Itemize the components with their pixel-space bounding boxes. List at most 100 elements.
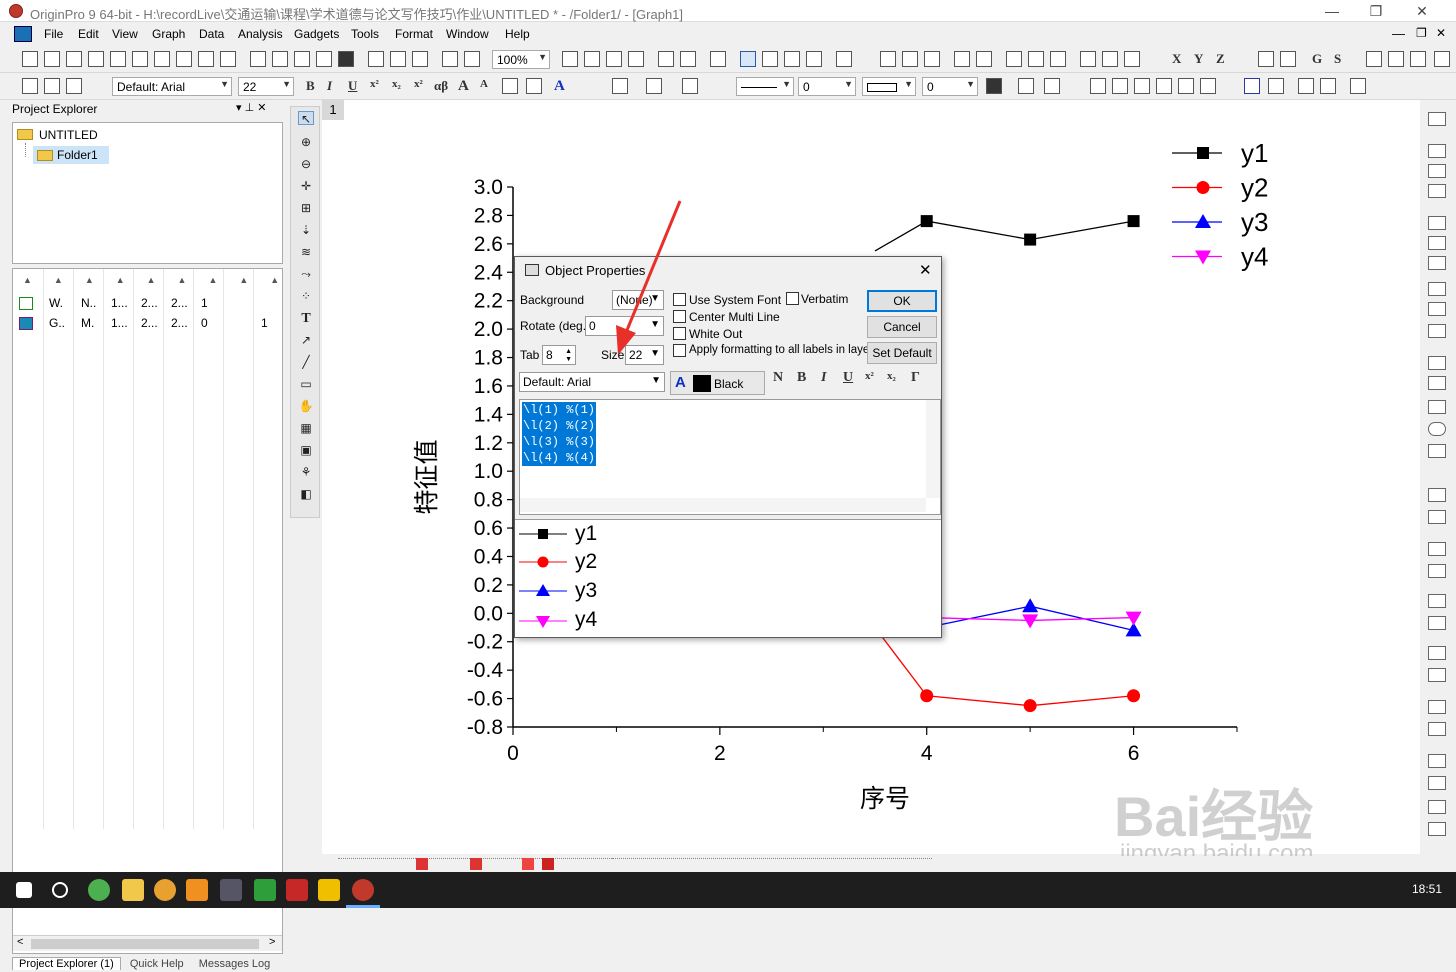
- stack-icon[interactable]: [1428, 376, 1446, 390]
- text-tool-icon[interactable]: T: [298, 311, 314, 326]
- arrow-tool-icon[interactable]: ↗: [298, 333, 314, 347]
- line-width-combo[interactable]: 0 ▼: [798, 77, 856, 96]
- date-icon[interactable]: [1428, 400, 1446, 414]
- align-layers-icon[interactable]: [1428, 356, 1446, 370]
- ungroup-layers-icon[interactable]: [1428, 800, 1446, 814]
- ok-button[interactable]: OK: [867, 290, 937, 312]
- menu-file[interactable]: File: [44, 27, 63, 41]
- paste-icon[interactable]: [66, 78, 82, 94]
- filter-reapply-icon[interactable]: [1124, 51, 1140, 67]
- tab-project-explorer[interactable]: Project Explorer (1): [12, 957, 121, 970]
- editor-vertical-scrollbar[interactable]: [926, 400, 940, 498]
- command-window-icon[interactable]: [740, 51, 756, 67]
- set-x-icon[interactable]: X: [1172, 51, 1181, 67]
- copy-page-icon[interactable]: [628, 51, 644, 67]
- pointer-tool-icon[interactable]: ↖: [298, 111, 314, 126]
- custom-routine-icon[interactable]: [784, 51, 800, 67]
- menu-edit[interactable]: Edit: [78, 27, 99, 41]
- sort-icon[interactable]: [924, 51, 940, 67]
- tab-messages-log[interactable]: Messages Log: [193, 958, 277, 970]
- list-cell[interactable]: G..: [49, 316, 65, 330]
- cut-icon[interactable]: [22, 78, 38, 94]
- font-smaller-button[interactable]: A: [480, 78, 488, 90]
- open-excel-icon[interactable]: [272, 51, 288, 67]
- bold-button[interactable]: B: [306, 78, 315, 94]
- font-color-button[interactable]: A: [554, 78, 565, 95]
- editor-horizontal-scrollbar[interactable]: [520, 498, 926, 512]
- sum-icon[interactable]: [880, 51, 896, 67]
- code-builder-icon[interactable]: [658, 51, 674, 67]
- open-icon[interactable]: [250, 51, 266, 67]
- new-workbook-icon[interactable]: [66, 51, 82, 67]
- align-left-icon[interactable]: [1298, 78, 1314, 94]
- dialog-close-button[interactable]: ✕: [919, 261, 932, 279]
- taskbar-clock[interactable]: 18:51: [1412, 882, 1442, 896]
- superscript-format-button[interactable]: x²: [865, 370, 874, 382]
- zoom-window-icon[interactable]: [1428, 646, 1446, 660]
- file-explorer-icon[interactable]: [122, 879, 144, 901]
- pattern-fill-icon[interactable]: [646, 78, 662, 94]
- superscript-button[interactable]: x²: [370, 78, 379, 90]
- set-none-icon[interactable]: [1280, 51, 1296, 67]
- last-page-icon[interactable]: [1434, 51, 1450, 67]
- windows-start-icon[interactable]: [16, 882, 32, 898]
- line-color-icon[interactable]: [682, 78, 698, 94]
- scale-bar-icon[interactable]: [1428, 488, 1446, 502]
- rescale-icon[interactable]: [1428, 112, 1446, 126]
- layer-4-icon[interactable]: [1428, 184, 1446, 198]
- label-text-editor[interactable]: \l(1) %(1) \l(2) %(2) \l(3) %(3) \l(4) %…: [519, 399, 941, 515]
- layout-tools-strip[interactable]: [612, 858, 932, 870]
- link-icon[interactable]: [1428, 722, 1446, 736]
- new-notes-icon[interactable]: [198, 51, 214, 67]
- browser-icon[interactable]: [154, 879, 176, 901]
- line-tool-icon[interactable]: ╱: [298, 355, 314, 369]
- recent-books-icon[interactable]: [294, 51, 310, 67]
- subscript-button[interactable]: x₂: [392, 78, 401, 90]
- italic-format-button[interactable]: I: [821, 370, 826, 386]
- new-matrix-icon[interactable]: [132, 51, 148, 67]
- scale-tool-icon[interactable]: ⁘: [298, 289, 314, 303]
- menu-tools[interactable]: Tools: [351, 27, 379, 41]
- layer-manager-icon[interactable]: [1428, 822, 1446, 836]
- paste-format-icon[interactable]: [1428, 700, 1446, 714]
- chrome-icon[interactable]: [88, 879, 110, 901]
- candlestick-icon[interactable]: [542, 858, 554, 870]
- minimize-button[interactable]: —: [1322, 2, 1342, 20]
- search-app-icon[interactable]: [186, 879, 208, 901]
- panel-controls[interactable]: ▾ ⊥ ✕: [236, 101, 266, 114]
- insert-graph-icon[interactable]: ▦: [298, 421, 314, 435]
- list-cell[interactable]: W.: [49, 296, 63, 310]
- new-folder-icon[interactable]: [44, 51, 60, 67]
- zoom-out-tool-icon[interactable]: ⊖: [298, 157, 314, 171]
- verbatim-checkbox[interactable]: [786, 292, 799, 305]
- arrange-icon[interactable]: [1428, 594, 1446, 608]
- settings-gear-icon[interactable]: [806, 51, 822, 67]
- swap-icon[interactable]: [1428, 616, 1446, 630]
- tab-quick-help[interactable]: Quick Help: [124, 958, 190, 970]
- font-larger-button[interactable]: A: [458, 78, 469, 95]
- crop-icon[interactable]: [1428, 302, 1446, 316]
- doc-minimize-icon[interactable]: —: [1392, 26, 1405, 41]
- origin-app-icon[interactable]: [9, 4, 23, 18]
- draw-data-icon[interactable]: ⤳: [298, 267, 314, 281]
- menu-graph[interactable]: Graph: [152, 27, 185, 41]
- axis-icon[interactable]: [1428, 216, 1446, 230]
- print-icon[interactable]: [562, 51, 578, 67]
- new-project-icon[interactable]: [22, 51, 38, 67]
- tab-spinner[interactable]: 8 ▲ ▼: [542, 345, 576, 365]
- unmask-icon[interactable]: [1268, 78, 1284, 94]
- font-combo[interactable]: Default: Arial ▼: [112, 77, 232, 96]
- pattern-combo[interactable]: 0 ▼: [922, 77, 978, 96]
- menu-data[interactable]: Data: [199, 27, 224, 41]
- dialog-font-combo[interactable]: Default: Arial ▼: [519, 372, 665, 392]
- dotted-pattern-icon[interactable]: [1018, 78, 1034, 94]
- align-right-icon[interactable]: [1320, 78, 1336, 94]
- menu-analysis[interactable]: Analysis: [238, 27, 283, 41]
- grid-table-icon[interactable]: [1044, 78, 1060, 94]
- import-icon[interactable]: [368, 51, 384, 67]
- filter-clear-icon[interactable]: [1102, 51, 1118, 67]
- set-z-icon[interactable]: Z: [1216, 51, 1225, 67]
- insert-image-icon[interactable]: ▣: [298, 443, 314, 457]
- wps-icon[interactable]: [286, 879, 308, 901]
- menu-window[interactable]: Window: [446, 27, 489, 41]
